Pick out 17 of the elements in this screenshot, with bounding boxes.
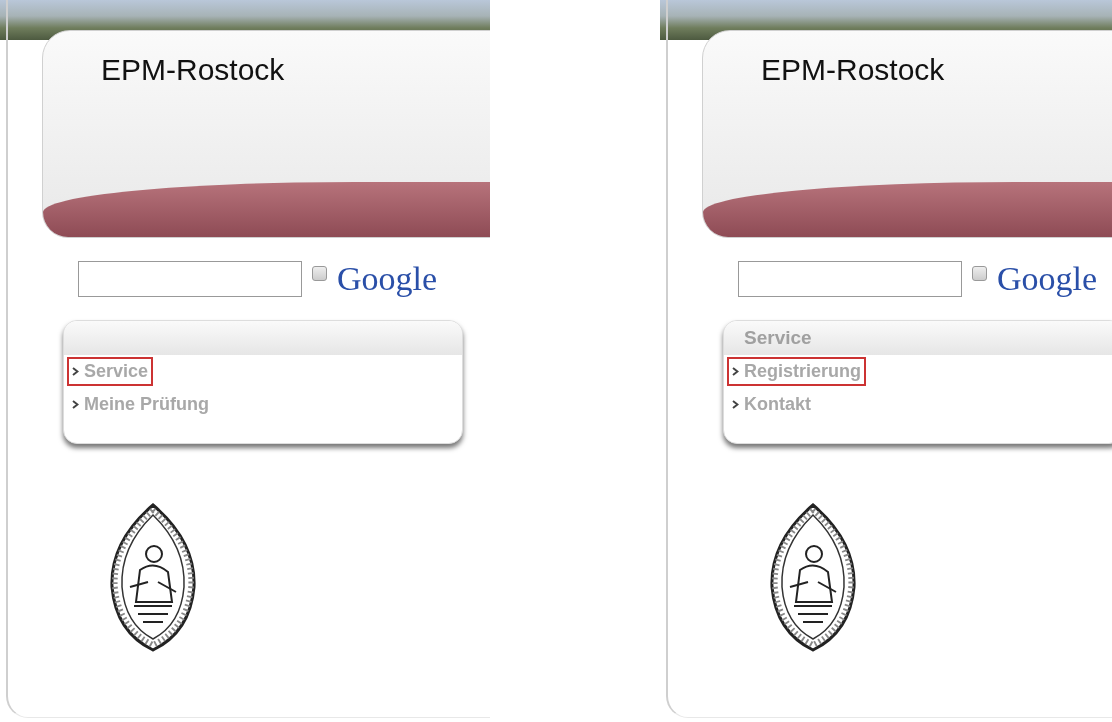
site-title: EPM-Rostock — [761, 53, 945, 87]
checkbox[interactable] — [312, 265, 327, 281]
checkbox[interactable] — [972, 265, 987, 281]
search-engine-logo: Google — [997, 260, 1098, 298]
menu-link[interactable]: Registrierung — [727, 357, 867, 386]
menu-link[interactable]: Meine Prüfung — [67, 390, 214, 419]
site-title: EPM-Rostock — [101, 53, 285, 87]
menu-link[interactable]: Service — [67, 357, 154, 386]
search-engine-logo: Google — [337, 260, 438, 298]
chevron-icon — [72, 367, 79, 376]
chevron-icon — [732, 400, 739, 409]
search-field[interactable] — [738, 261, 962, 297]
search-field[interactable] — [78, 261, 302, 297]
chevron-icon — [72, 400, 79, 409]
menu-link[interactable]: Kontakt — [727, 390, 816, 419]
chevron-icon — [732, 367, 739, 376]
menu-heading: Service — [744, 327, 812, 349]
